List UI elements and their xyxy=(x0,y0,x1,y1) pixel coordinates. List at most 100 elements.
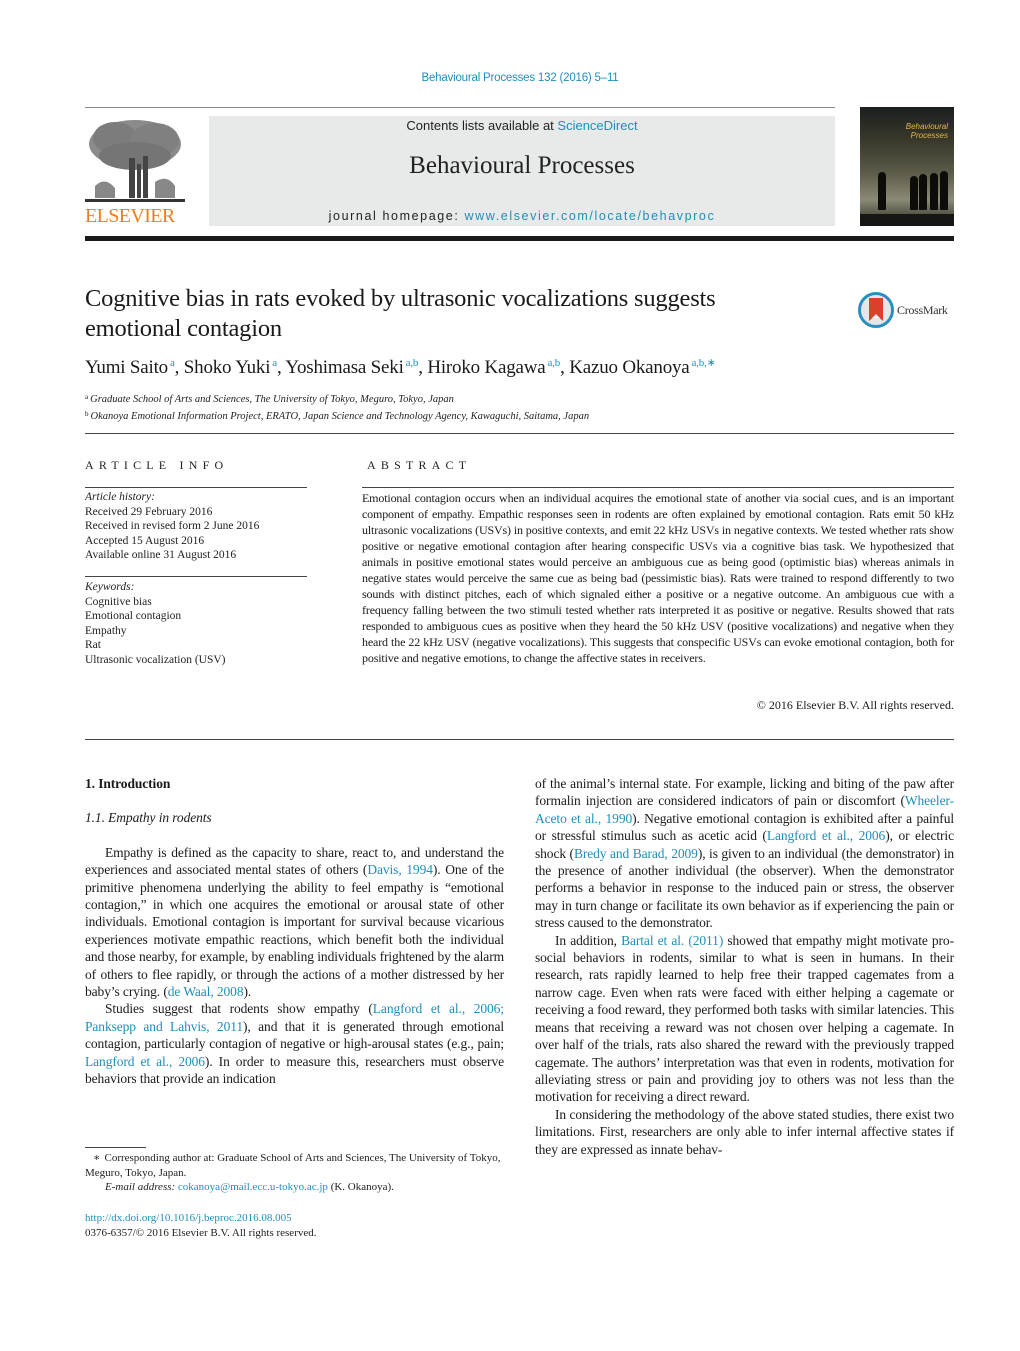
footnote-rule xyxy=(85,1147,146,1148)
paragraph-text: showed that empathy might motivate pro-s… xyxy=(535,932,954,1105)
abstract-copyright: © 2016 Elsevier B.V. All rights reserved… xyxy=(756,698,954,712)
corresponding-author-text: Corresponding author at: Graduate School… xyxy=(85,1152,501,1179)
author-name[interactable]: Hiroko Kagawa xyxy=(427,357,545,378)
email-label: E-mail address: xyxy=(105,1181,176,1193)
meerkat-silhouette xyxy=(910,176,918,210)
journal-masthead: Contents lists available at ScienceDirec… xyxy=(209,116,835,226)
affiliation-mark[interactable]: a xyxy=(170,357,175,369)
crossmark-label: CrossMark xyxy=(897,302,948,317)
citation-link[interactable]: Langford et al., 2006 xyxy=(767,828,885,843)
keywords-label: Keywords: xyxy=(85,581,135,593)
journal-homepage: journal homepage: www.elsevier.com/locat… xyxy=(209,209,835,223)
affiliation: a Graduate School of Arts and Sciences, T… xyxy=(85,390,955,407)
keyword: Emotional contagion xyxy=(85,610,182,622)
abstract-rule xyxy=(362,487,954,488)
author[interactable]: Kazuo Okanoya a,b,∗ xyxy=(569,357,716,378)
citation-link[interactable]: Bartal et al. (2011) xyxy=(621,933,723,948)
crossmark-button[interactable]: CrossMark xyxy=(858,291,958,329)
author-list: Yumi Saito a, Shoko Yuki a, Yoshimasa Seki… xyxy=(85,357,716,378)
article-history: Article history: Received 29 February 20… xyxy=(85,490,315,563)
paragraph-text: ). One of the primitive phenomena underl… xyxy=(85,862,504,1000)
keyword: Cognitive bias xyxy=(85,595,152,608)
elsevier-logo[interactable]: ELSEVIER xyxy=(85,116,185,228)
article-history-label: Article history: xyxy=(85,491,155,503)
issn-copyright: 0376-6357/© 2016 Elsevier B.V. All right… xyxy=(85,1226,317,1239)
journal-reference[interactable]: Behavioural Processes 132 (2016) 5–11 xyxy=(0,72,1020,84)
history-entry: Received 29 February 2016 xyxy=(85,505,213,518)
body-column-left: 1. Introduction 1.1. Empathy in rodents … xyxy=(85,775,504,1088)
meerkat-silhouette xyxy=(878,172,886,210)
abstract-text: Emotional contagion occurs when an indiv… xyxy=(362,491,954,665)
affiliation-label: b xyxy=(85,410,89,418)
citation-link[interactable]: Bredy and Barad, 2009 xyxy=(574,846,698,861)
author-name[interactable]: Yumi Saito xyxy=(85,357,168,378)
cover-title: Behavioural Processes xyxy=(906,122,948,140)
meerkat-silhouette xyxy=(919,174,927,210)
corresponding-author-note: ∗ Corresponding author at: Graduate Schoo… xyxy=(85,1151,505,1180)
citation-link[interactable]: de Waal, 2008 xyxy=(168,984,244,999)
author-name[interactable]: Kazuo Okanoya xyxy=(569,357,690,378)
masthead-rule xyxy=(85,236,954,241)
doi-link[interactable]: http://dx.doi.org/10.1016/j.beproc.2016.… xyxy=(85,1212,292,1224)
affiliation-mark[interactable]: a,b,∗ xyxy=(692,357,716,369)
header-rule xyxy=(85,107,835,108)
affiliations: a Graduate School of Arts and Sciences, T… xyxy=(85,390,955,424)
history-entry: Available online 31 August 2016 xyxy=(85,549,237,561)
contents-prefix: Contents lists available at xyxy=(406,118,558,133)
section-heading: 1. Introduction xyxy=(85,776,171,791)
footnote-mark: ∗ xyxy=(93,1152,101,1164)
subsection-heading: 1.1. Empathy in rodents xyxy=(85,810,212,826)
citation-link[interactable]: Davis, 1994 xyxy=(367,862,433,877)
left-paragraphs: Empathy is defined as the capacity to sh… xyxy=(85,844,504,1088)
author[interactable]: Shoko Yuki a xyxy=(184,357,277,378)
elsevier-tree-icon xyxy=(85,120,185,202)
keyword: Rat xyxy=(85,639,101,651)
cover-footer xyxy=(860,214,954,226)
cover-title-line: Behavioural xyxy=(905,122,948,131)
elsevier-wordmark: ELSEVIER xyxy=(85,205,175,227)
body-paragraph: Studies suggest that rodents show empath… xyxy=(85,1000,504,1087)
affiliation-text: Okanoya Emotional Information Project, E… xyxy=(90,411,590,422)
citation-link[interactable]: Langford et al., 2006 xyxy=(85,1054,205,1069)
journal-homepage-link[interactable]: www.elsevier.com/locate/behavproc xyxy=(465,209,716,223)
meerkat-silhouette xyxy=(930,173,938,210)
author-name[interactable]: Yoshimasa Seki xyxy=(285,357,403,378)
paragraph-text: of the animal’s internal state. For exam… xyxy=(535,776,954,809)
meerkat-silhouette xyxy=(940,171,948,210)
paragraph-text: In addition, xyxy=(555,932,622,948)
history-entry: Accepted 15 August 2016 xyxy=(85,534,205,547)
email-link[interactable]: cokanoya@mail.ecc.u-tokyo.ac.jp xyxy=(178,1181,328,1193)
keyword: Ultrasonic vocalization (USV) xyxy=(85,653,226,666)
paragraph-text: ). xyxy=(243,984,252,1000)
keywords: Keywords: Cognitive bias Emotional conta… xyxy=(85,580,315,667)
doi-block: http://dx.doi.org/10.1016/j.beproc.2016.… xyxy=(85,1211,505,1240)
affiliation-mark[interactable]: a,b xyxy=(406,357,419,369)
section-divider xyxy=(85,433,954,434)
article-title: Cognitive bias in rats evoked by ultraso… xyxy=(85,285,716,342)
body-paragraph: of the animal’s internal state. For exam… xyxy=(535,775,954,932)
keyword: Empathy xyxy=(85,624,127,637)
journal-cover-image[interactable]: Behavioural Processes xyxy=(860,107,954,226)
body-paragraph: Empathy is defined as the capacity to sh… xyxy=(85,844,504,1001)
keywords-rule xyxy=(85,576,307,577)
email-suffix: (K. Okanoya). xyxy=(327,1181,394,1193)
contents-line: Contents lists available at ScienceDirec… xyxy=(209,118,835,133)
author[interactable]: Yoshimasa Seki a,b xyxy=(285,357,418,378)
author[interactable]: Yumi Saito a xyxy=(85,357,175,378)
affiliation-label: a xyxy=(85,393,89,401)
footnotes: ∗ Corresponding author at: Graduate Schoo… xyxy=(85,1151,505,1195)
affiliation-mark[interactable]: a,b xyxy=(548,357,561,369)
author[interactable]: Hiroko Kagawa a,b xyxy=(427,357,560,378)
affiliation: b Okanoya Emotional Information Project, … xyxy=(85,407,955,424)
journal-reference-link[interactable]: Behavioural Processes 132 (2016) 5–11 xyxy=(422,72,619,84)
email-note: E-mail address: cokanoya@mail.ecc.u-toky… xyxy=(85,1180,505,1195)
affiliation-text: Graduate School of Arts and Sciences, Th… xyxy=(90,394,454,405)
sciencedirect-link[interactable]: ScienceDirect xyxy=(557,118,637,133)
abstract-heading: ABSTRACT xyxy=(367,458,472,472)
body-paragraph: In considering the methodology of the ab… xyxy=(535,1106,954,1158)
author-name[interactable]: Shoko Yuki xyxy=(184,357,271,378)
journal-title[interactable]: Behavioural Processes xyxy=(209,152,835,180)
paragraph-text: Studies suggest that rodents show empath… xyxy=(105,1001,373,1017)
body-column-right: of the animal’s internal state. For exam… xyxy=(535,775,954,1158)
affiliation-mark[interactable]: a xyxy=(272,357,277,369)
